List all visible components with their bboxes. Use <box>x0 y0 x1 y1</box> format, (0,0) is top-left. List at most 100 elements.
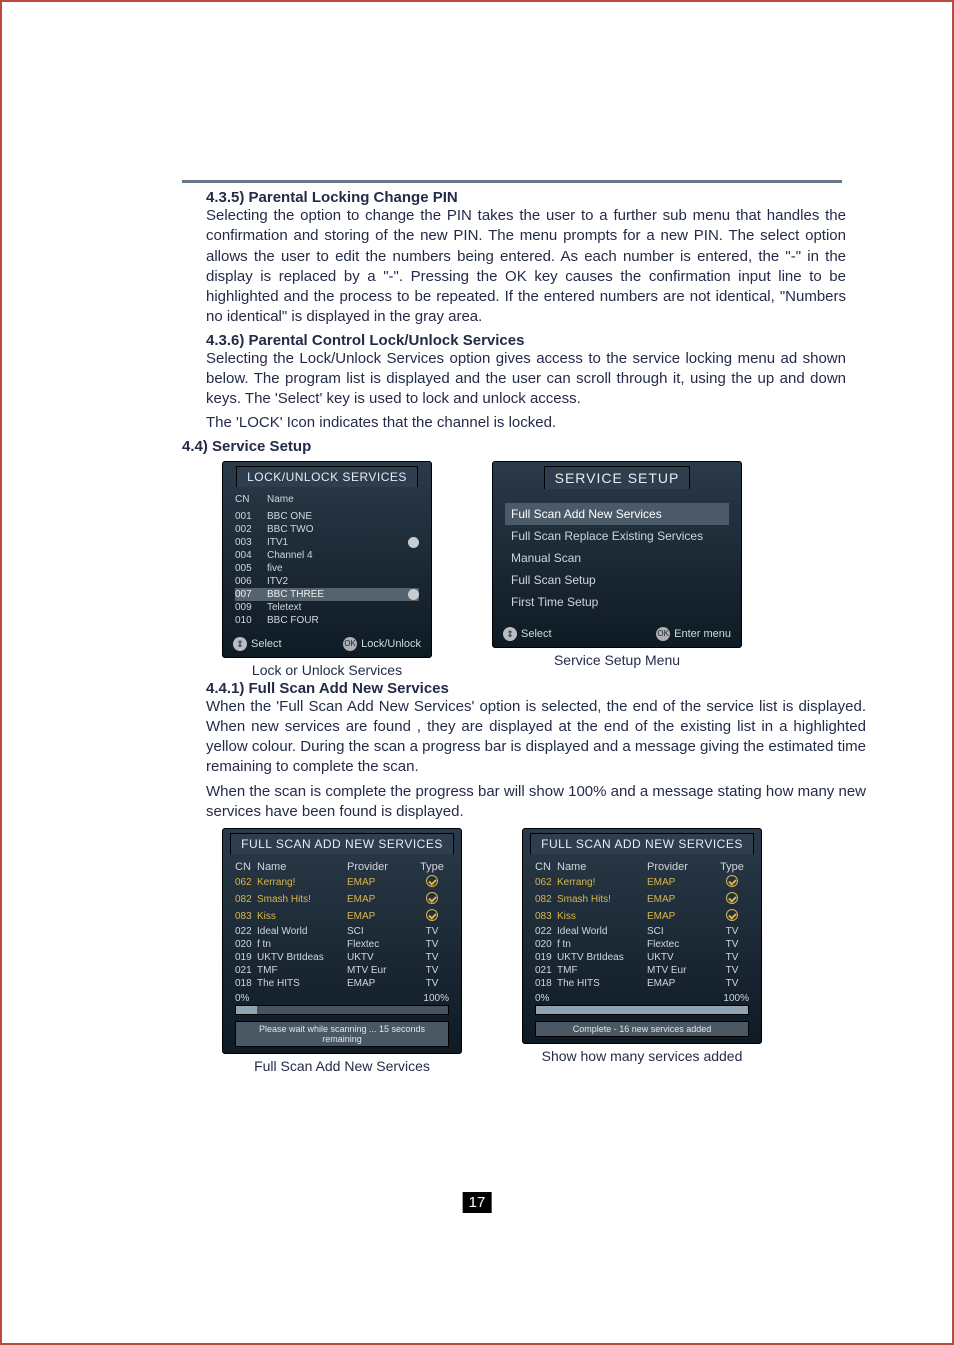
lock-row-name: BBC TWO <box>267 524 419 535</box>
scan-row-cn: 021 <box>235 965 257 976</box>
lock-row[interactable]: 007BBC THREE <box>235 588 419 601</box>
para-4-4-1-b: When the scan is complete the progress b… <box>206 782 866 823</box>
scan-row-name: TMF <box>257 965 347 976</box>
scan-row-prov: EMAP <box>347 911 417 922</box>
scan-progress-figure: FULL SCAN ADD NEW SERVICES CN Name Provi… <box>222 828 462 1074</box>
setup-foot-ok: OKEnter menu <box>656 627 731 641</box>
lock-row[interactable]: 001BBC ONE <box>235 510 419 523</box>
scan-row-cn: 020 <box>235 939 257 950</box>
lock-unlock-osd: LOCK/UNLOCK SERVICES CN Name 001BBC ONE0… <box>222 461 432 658</box>
lock-foot-select: ⇕Select <box>233 637 282 651</box>
lock-row-cn: 001 <box>235 511 267 522</box>
lock-row[interactable]: 010BBC FOUR <box>235 614 419 627</box>
page-number: 17 <box>463 1192 492 1213</box>
lock-row-name: ITV1 <box>267 537 408 548</box>
scan-row-type: TV <box>417 952 447 963</box>
scan-row: 021TMFMTV EurTV <box>535 964 749 977</box>
lock-row-cn: 002 <box>235 524 267 535</box>
heading-4-4: 4.4) Service Setup <box>182 438 872 455</box>
lock-row[interactable]: 003ITV1 <box>235 536 419 549</box>
lock-osd-footer: ⇕Select OKLock/Unlock <box>223 633 431 657</box>
scan-row-prov: EMAP <box>647 911 717 922</box>
radio-icon <box>726 909 738 921</box>
service-setup-osd: SERVICE SETUP Full Scan Add New Services… <box>492 461 742 648</box>
scan-row-prov: EMAP <box>647 978 717 989</box>
lock-row-name: five <box>267 563 419 574</box>
scan-row-cn: 082 <box>235 894 257 905</box>
scan-row-type: TV <box>417 926 447 937</box>
scan-row-type: TV <box>717 952 747 963</box>
lock-col-cn: CN <box>235 494 267 505</box>
setup-osd-footer: ⇕Select OKEnter menu <box>493 623 741 647</box>
scan-row-prov: SCI <box>347 926 417 937</box>
radio-icon <box>426 892 438 904</box>
lock-table-rows: 001BBC ONE002BBC TWO003ITV1004Channel 40… <box>235 510 419 627</box>
scan-row-cn: 020 <box>535 939 557 950</box>
scan-row-name: Smash Hits! <box>557 894 647 905</box>
scan-row-cn: 022 <box>535 926 557 937</box>
setup-menu-item[interactable]: Full Scan Setup <box>505 569 729 591</box>
scan-row-cn: 019 <box>535 952 557 963</box>
scan-row-prov: EMAP <box>347 978 417 989</box>
lock-row-cn: 009 <box>235 602 267 613</box>
setup-menu-item[interactable]: First Time Setup <box>505 591 729 613</box>
figure-row-1: LOCK/UNLOCK SERVICES CN Name 001BBC ONE0… <box>222 461 872 678</box>
setup-menu-item[interactable]: Manual Scan <box>505 547 729 569</box>
setup-foot-ok-label: Enter menu <box>674 627 731 639</box>
scan-row-name: Smash Hits! <box>257 894 347 905</box>
scan2-body: CN Name Provider Type 062Kerrang!EMAP082… <box>523 850 761 1043</box>
scan2-caption: Show how many services added <box>542 1048 743 1064</box>
scan-row-name: Ideal World <box>257 926 347 937</box>
setup-menu-item[interactable]: Full Scan Add New Services <box>505 503 729 525</box>
scan-row-cn: 019 <box>235 952 257 963</box>
figure-row-2: FULL SCAN ADD NEW SERVICES CN Name Provi… <box>222 828 872 1074</box>
lock-row-cn: 003 <box>235 537 267 548</box>
para-4-3-6-b: The 'LOCK' Icon indicates that the chann… <box>206 413 846 433</box>
scan2-col-name: Name <box>557 861 647 873</box>
scan1-caption: Full Scan Add New Services <box>254 1058 430 1074</box>
lock-row[interactable]: 004Channel 4 <box>235 549 419 562</box>
lock-row[interactable]: 002BBC TWO <box>235 523 419 536</box>
lock-row[interactable]: 005five <box>235 562 419 575</box>
scan2-status: Complete - 16 new services added <box>535 1021 749 1037</box>
scan1-col-name: Name <box>257 861 347 873</box>
radio-icon <box>426 909 438 921</box>
scan1-prog-left: 0% <box>235 993 249 1004</box>
para-4-4-1-a: When the 'Full Scan Add New Services' op… <box>206 697 866 778</box>
scan-row: 083KissEMAP <box>535 908 749 925</box>
scan-row-prov: EMAP <box>347 894 417 905</box>
scan1-rows: 062Kerrang!EMAP082Smash Hits!EMAP083Kiss… <box>235 874 449 990</box>
scan2-progress-bar <box>535 1005 749 1015</box>
scan2-col-type: Type <box>717 861 747 873</box>
scan1-progress-labels: 0% 100% <box>235 990 449 1005</box>
lock-icon <box>408 589 419 600</box>
radio-icon <box>726 875 738 887</box>
lock-col-name: Name <box>267 494 419 505</box>
scan-row-name: f tn <box>257 939 347 950</box>
lock-row-cn: 004 <box>235 550 267 561</box>
scan-row-type: TV <box>417 978 447 989</box>
scan-row-type: TV <box>417 939 447 950</box>
scan-complete-figure: FULL SCAN ADD NEW SERVICES CN Name Provi… <box>522 828 762 1064</box>
setup-caption: Service Setup Menu <box>554 652 680 668</box>
radio-icon <box>426 875 438 887</box>
lock-row[interactable]: 006ITV2 <box>235 575 419 588</box>
scan2-progress-fill <box>536 1006 748 1014</box>
scan-row-cn: 083 <box>535 911 557 922</box>
setup-menu-item[interactable]: Full Scan Replace Existing Services <box>505 525 729 547</box>
lock-row-cn: 006 <box>235 576 267 587</box>
lock-osd-body: CN Name 001BBC ONE002BBC TWO003ITV1004Ch… <box>223 483 431 633</box>
setup-foot-select-label: Select <box>521 627 552 639</box>
scan-row: 019UKTV BrtIdeasUKTVTV <box>535 951 749 964</box>
heading-4-4-1: 4.4.1) Full Scan Add New Services <box>206 680 872 697</box>
content-area: 4.3.5) Parental Locking Change PIN Selec… <box>62 50 892 1094</box>
scan2-col-prov: Provider <box>647 861 717 873</box>
scan-row: 062Kerrang!EMAP <box>235 874 449 891</box>
service-setup-figure: SERVICE SETUP Full Scan Add New Services… <box>492 461 742 668</box>
scan-row: 083KissEMAP <box>235 908 449 925</box>
ok-icon: OK <box>343 637 357 651</box>
lock-row-cn: 010 <box>235 615 267 626</box>
page-frame: 4.3.5) Parental Locking Change PIN Selec… <box>0 0 954 1345</box>
lock-row[interactable]: 009Teletext <box>235 601 419 614</box>
heading-4-3-6: 4.3.6) Parental Control Lock/Unlock Serv… <box>206 332 872 349</box>
